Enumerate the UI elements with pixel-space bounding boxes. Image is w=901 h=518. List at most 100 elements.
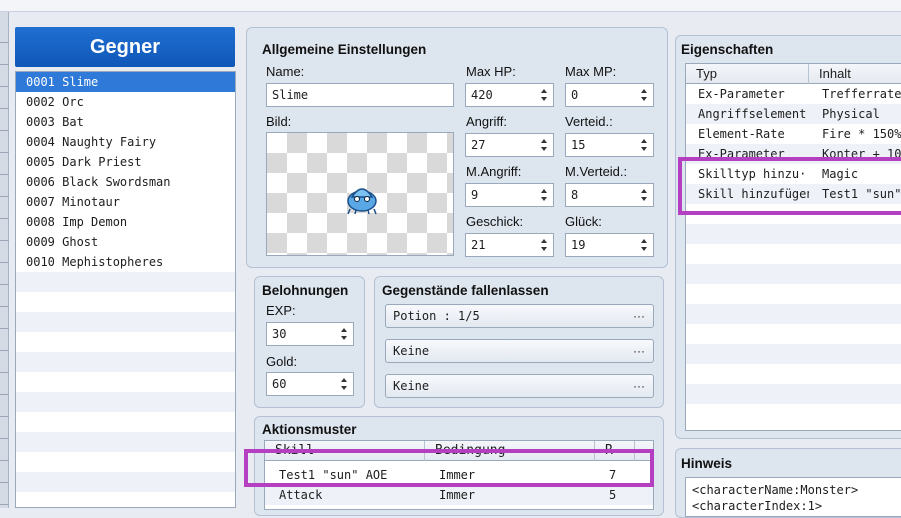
action-patterns-table[interactable]: Skill Bedingung R Test1 "sun" AOE Immer … xyxy=(264,440,654,510)
attack-spinner[interactable]: 27 xyxy=(465,133,554,157)
defense-value: 15 xyxy=(571,138,586,152)
list-item[interactable]: 0003 Bat xyxy=(16,112,235,132)
enemy-list[interactable]: 0001 Slime 0002 Orc 0003 Bat 0004 Naught… xyxy=(15,71,236,508)
empty-list-row[interactable] xyxy=(16,292,235,312)
defense-spinner[interactable]: 15 xyxy=(565,133,654,157)
empty-table-row[interactable] xyxy=(686,284,901,304)
list-item[interactable]: 0005 Dark Priest xyxy=(16,152,235,172)
name-field[interactable]: Slime xyxy=(266,83,454,107)
tab-separator xyxy=(0,108,9,109)
agility-spinner[interactable]: 21 xyxy=(465,233,554,257)
tab-separator xyxy=(0,86,9,87)
slime-sprite-icon xyxy=(347,188,377,215)
note-title: Hinweis xyxy=(681,456,733,471)
empty-table-row[interactable] xyxy=(686,344,901,364)
empty-table-row[interactable] xyxy=(686,324,901,344)
tab-separator xyxy=(0,460,9,461)
empty-list-row[interactable] xyxy=(16,452,235,472)
empty-list-row[interactable] xyxy=(16,312,235,332)
luck-label: Glück: xyxy=(565,214,602,229)
empty-table-row[interactable] xyxy=(686,384,901,404)
m-attack-value: 9 xyxy=(471,188,479,202)
empty-table-row[interactable] xyxy=(686,204,901,224)
spinner-arrows-icon[interactable] xyxy=(639,137,649,153)
empty-list-row[interactable] xyxy=(16,372,235,392)
empty-table-row[interactable] xyxy=(686,364,901,384)
empty-list-row[interactable] xyxy=(16,412,235,432)
empty-table-row[interactable] xyxy=(686,224,901,244)
list-item[interactable]: 0008 Imp Demon xyxy=(16,212,235,232)
spinner-arrows-icon[interactable] xyxy=(639,87,649,103)
list-item[interactable]: 0009 Ghost xyxy=(16,232,235,252)
table-row[interactable]: Ex-Parameter Konter + 100 xyxy=(686,144,901,164)
drop-item-button[interactable]: Keine ··· xyxy=(385,339,654,363)
table-row[interactable]: Ex-Parameter Trefferrate xyxy=(686,84,901,104)
empty-table-row[interactable] xyxy=(686,304,901,324)
empty-table-row[interactable] xyxy=(686,264,901,284)
tab-separator xyxy=(0,394,9,395)
spinner-arrows-icon[interactable] xyxy=(339,376,349,392)
empty-table-row[interactable] xyxy=(686,404,901,424)
empty-list-row[interactable] xyxy=(16,392,235,412)
maxhp-spinner[interactable]: 420 xyxy=(465,83,554,107)
spinner-arrows-icon[interactable] xyxy=(639,237,649,253)
list-item[interactable]: 0010 Mephistopheres xyxy=(16,252,235,272)
exp-spinner[interactable]: 30 xyxy=(266,322,354,346)
column-header[interactable]: Typ xyxy=(686,64,809,84)
column-header[interactable]: R xyxy=(595,441,635,461)
gold-spinner[interactable]: 60 xyxy=(266,372,354,396)
action-condition-cell: Immer xyxy=(439,468,476,482)
empty-list-row[interactable] xyxy=(16,492,235,507)
table-row[interactable]: Test1 "sun" AOE Immer 7 xyxy=(265,465,653,485)
column-header[interactable]: Skill xyxy=(265,441,425,461)
drop-item-button[interactable]: Potion : 1/5 ··· xyxy=(385,304,654,328)
maxmp-spinner[interactable]: 0 xyxy=(565,83,654,107)
table-row[interactable]: Attack Immer 5 xyxy=(265,485,653,505)
drops-title: Gegenstände fallenlassen xyxy=(382,283,549,298)
spinner-arrows-icon[interactable] xyxy=(539,187,549,203)
empty-table-row[interactable] xyxy=(686,244,901,264)
luck-value: 19 xyxy=(571,238,586,252)
empty-list-row[interactable] xyxy=(16,352,235,372)
list-item[interactable]: 0001 Slime xyxy=(16,72,235,92)
spinner-arrows-icon[interactable] xyxy=(539,87,549,103)
spinner-arrows-icon[interactable] xyxy=(339,326,349,342)
spinner-arrows-icon[interactable] xyxy=(539,237,549,253)
enemy-image-preview[interactable] xyxy=(266,132,454,256)
tab-separator xyxy=(0,152,9,153)
list-item[interactable]: 0004 Naughty Fairy xyxy=(16,132,235,152)
spinner-arrows-icon[interactable] xyxy=(539,137,549,153)
empty-list-row[interactable] xyxy=(16,432,235,452)
action-skill-cell: Test1 "sun" AOE xyxy=(279,468,388,482)
more-icon: ··· xyxy=(633,379,645,393)
action-rating-cell: 5 xyxy=(609,488,617,502)
list-item[interactable]: 0006 Black Swordsman xyxy=(16,172,235,192)
table-row[interactable]: Element-Rate Fire * 150% xyxy=(686,124,901,144)
empty-list-row[interactable] xyxy=(16,272,235,292)
trait-content-cell: Konter + 100 xyxy=(822,147,901,161)
trait-content-cell: Trefferrate xyxy=(822,87,901,101)
empty-list-row[interactable] xyxy=(16,472,235,492)
tab-separator xyxy=(0,416,9,417)
drop-item-button[interactable]: Keine ··· xyxy=(385,374,654,398)
trait-type-cell: Ex-Parameter xyxy=(698,147,785,161)
m-attack-spinner[interactable]: 9 xyxy=(465,183,554,207)
tab-separator xyxy=(0,284,9,285)
table-header: Typ Inhalt xyxy=(686,64,901,84)
empty-list-row[interactable] xyxy=(16,332,235,352)
luck-spinner[interactable]: 19 xyxy=(565,233,654,257)
table-row[interactable]: Skill hinzufügen Test1 "sun" xyxy=(686,184,901,204)
action-condition-cell: Immer xyxy=(439,488,476,502)
note-textarea[interactable]: <characterName:Monster> <characterIndex:… xyxy=(685,477,901,517)
traits-table[interactable]: Typ Inhalt Ex-Parameter Trefferrate Angr… xyxy=(685,63,901,431)
spinner-arrows-icon[interactable] xyxy=(639,187,649,203)
m-defense-spinner[interactable]: 8 xyxy=(565,183,654,207)
tab-separator xyxy=(0,504,9,505)
column-header[interactable]: Inhalt xyxy=(809,64,901,84)
column-header[interactable]: Bedingung xyxy=(425,441,595,461)
list-item[interactable]: 0007 Minotaur xyxy=(16,192,235,212)
list-item[interactable]: 0002 Orc xyxy=(16,92,235,112)
table-row[interactable]: Skilltyp hinzu··· Magic xyxy=(686,164,901,184)
database-tab-strip[interactable] xyxy=(0,12,9,508)
table-row[interactable]: Angriffselement Physical xyxy=(686,104,901,124)
